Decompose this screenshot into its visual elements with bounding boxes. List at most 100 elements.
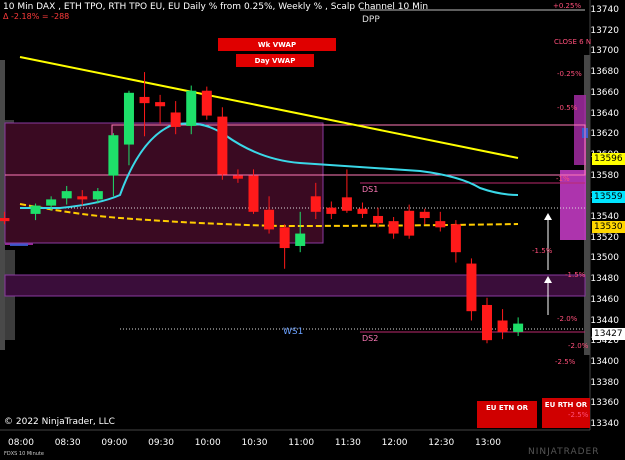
candle[interactable] (466, 258, 477, 321)
ds1-label: DS1 (362, 185, 379, 194)
time-axis-label: 11:00 (288, 438, 315, 448)
ws1-label: WS1 (283, 327, 304, 337)
price-chart[interactable] (0, 0, 625, 460)
copyright: © 2022 NinjaTrader, LLC (4, 417, 115, 427)
price-axis-label: 13720 (590, 25, 619, 36)
time-axis-label: 10:00 (194, 438, 221, 448)
candle-body (357, 208, 368, 214)
time-axis-label: 08:00 (8, 438, 34, 448)
candle-body (30, 205, 41, 214)
price-axis-label: 13700 (590, 46, 619, 57)
candle-body (248, 175, 259, 212)
price-axis-label: 13440 (590, 315, 619, 326)
candle-body (155, 102, 166, 107)
pct-label: -2.5% (568, 411, 589, 419)
day-vwap-button[interactable]: Day VWAP (236, 54, 314, 67)
candle-body (419, 211, 430, 219)
pct-label: -1% (556, 175, 570, 183)
chart-title: 10 Min DAX , ETH TPO, RTH TPO EU, EU Dai… (3, 2, 429, 12)
candle-body (466, 263, 477, 312)
price-badge: 13530 (592, 221, 625, 234)
candle[interactable] (217, 107, 228, 180)
candle-body (482, 304, 492, 341)
price-axis-label: 13500 (590, 253, 619, 264)
candle[interactable] (388, 217, 399, 239)
time-axis-label: 12:30 (428, 438, 455, 448)
candle[interactable] (482, 297, 492, 344)
price-badge: 13427 (592, 327, 625, 340)
candle-body (46, 199, 57, 206)
candle[interactable] (435, 211, 446, 232)
time-axis-label: 10:30 (241, 438, 268, 448)
candle-body (232, 175, 243, 179)
candle-body (388, 221, 399, 234)
candle[interactable] (419, 208, 430, 225)
arrow-up-2 (544, 213, 552, 270)
price-axis-label: 13360 (590, 398, 619, 409)
price-axis-label: 13520 (590, 232, 619, 243)
pct-label: -0.25% (557, 70, 582, 78)
candle-body (326, 207, 337, 214)
candle-body (0, 218, 10, 222)
candle[interactable] (450, 220, 461, 263)
candle-body (123, 92, 134, 145)
rth-tpo-profile (560, 55, 590, 355)
ninjatrader-logo: NINJATRADER (528, 447, 600, 457)
candle-body (92, 191, 103, 200)
eu-eth-or-button[interactable]: EU ETN OR (477, 401, 537, 428)
price-axis-label: 13340 (590, 419, 619, 429)
price-badge: 13559 (592, 191, 625, 204)
candle-body (513, 323, 524, 332)
candle-body (435, 221, 446, 228)
time-axis-label: 12:00 (381, 438, 408, 448)
candle[interactable] (497, 309, 508, 340)
candle[interactable] (404, 204, 415, 239)
candle[interactable] (357, 202, 368, 219)
candle-body (497, 320, 508, 332)
candle-body (310, 196, 321, 212)
candle[interactable] (248, 169, 259, 214)
candle[interactable] (155, 94, 166, 124)
candle-body (341, 197, 352, 211)
pct-label: -1.5% (565, 271, 586, 279)
candle[interactable] (201, 86, 212, 120)
price-axis-label: 13400 (590, 356, 619, 367)
candle[interactable] (513, 317, 524, 337)
price-badge: 13596 (592, 153, 625, 166)
candle-body (108, 135, 119, 176)
candle[interactable] (279, 224, 290, 269)
candle-body (279, 227, 290, 249)
time-axis-label: 13:00 (475, 438, 501, 448)
time-axis-label: 09:00 (101, 438, 128, 448)
candle-body (295, 233, 306, 246)
candle-body (77, 196, 88, 200)
wk-vwap-button[interactable]: Wk VWAP (218, 38, 336, 51)
candle[interactable] (326, 201, 337, 220)
candle[interactable] (341, 169, 352, 213)
support-zone (4, 274, 586, 297)
pct-label: -2.0% (568, 342, 589, 350)
candle-body (264, 209, 275, 230)
close-label: CLOSE 6 N (554, 38, 592, 46)
pct-label: +0.25% (553, 2, 582, 10)
price-axis-label: 13620 (590, 129, 619, 140)
candle-body (170, 112, 181, 127)
price-axis-label: 13480 (590, 274, 619, 285)
candle-body (404, 210, 415, 236)
candle-body (139, 96, 150, 104)
price-axis-label: 13460 (590, 294, 619, 305)
candle-body (217, 116, 228, 175)
price-axis-label: 13680 (590, 67, 619, 78)
candle-body (450, 224, 461, 253)
candle[interactable] (373, 207, 384, 228)
price-axis-label: 13740 (590, 5, 619, 15)
time-axis-label: 11:30 (334, 438, 361, 448)
pct-label: -2.5% (555, 358, 576, 366)
candle-body (186, 90, 197, 126)
pct-label: -0.5% (557, 104, 578, 112)
dpp-label: DPP (362, 15, 380, 25)
price-axis-label: 13580 (590, 170, 619, 181)
pct-label: -2.0% (557, 315, 578, 323)
price-axis-label: 13640 (590, 108, 619, 119)
price-axis-label: 13380 (590, 377, 619, 388)
